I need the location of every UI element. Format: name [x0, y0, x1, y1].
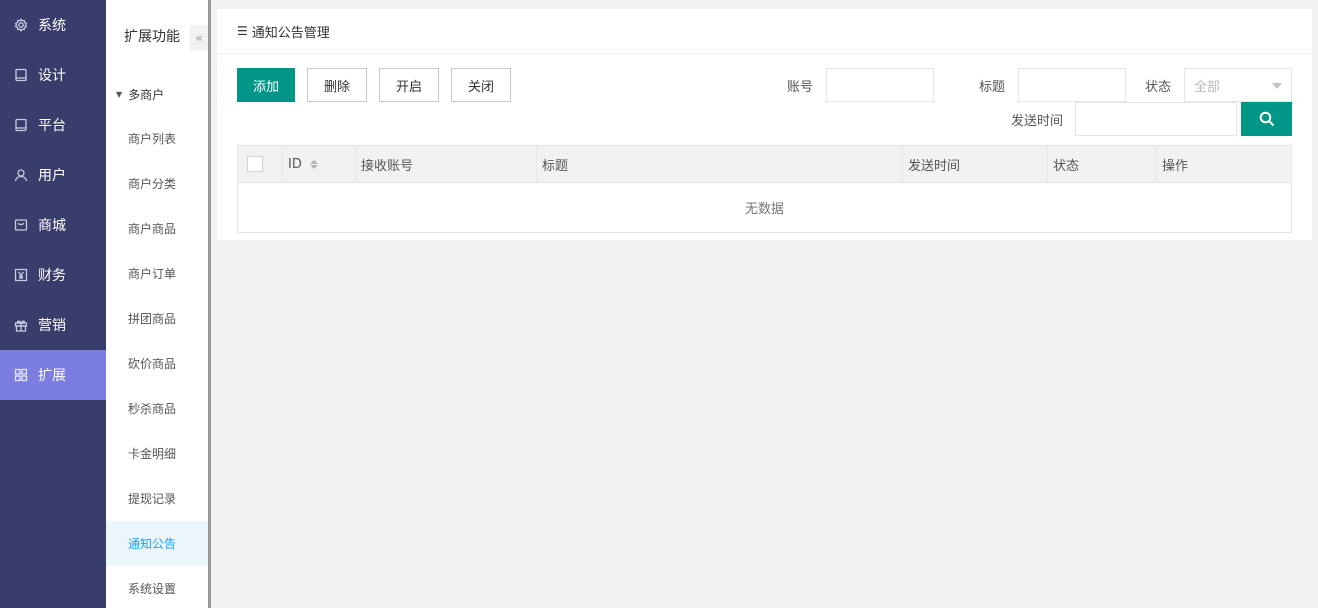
search-button[interactable] — [1241, 102, 1292, 136]
subnav-item-notices[interactable]: 通知公告 — [106, 521, 208, 566]
delete-button[interactable]: 删除 — [307, 68, 367, 102]
sort-icon[interactable] — [309, 159, 318, 169]
th-title: 标题 — [537, 146, 903, 182]
yuan-icon — [14, 268, 28, 282]
grid-icon — [14, 368, 28, 382]
mall-icon — [14, 218, 28, 232]
subnav-item-withdraw-records[interactable]: 提现记录 — [106, 476, 208, 521]
nav-item-finance[interactable]: 财务 — [0, 250, 106, 300]
account-input[interactable] — [826, 68, 934, 102]
nav-item-label: 系统 — [38, 18, 66, 34]
nav-item-label: 扩展 — [38, 368, 66, 384]
account-label: 账号 — [787, 79, 814, 95]
search-icon — [1259, 111, 1274, 127]
user-icon — [14, 168, 28, 182]
th-status: 状态 — [1048, 146, 1157, 182]
subnav-item-bargain-goods[interactable]: 砍价商品 — [106, 341, 208, 386]
subnav-group-merchant[interactable]: ▼ 多商户 — [106, 72, 208, 116]
subnav-item-merchant-list[interactable]: 商户列表 — [106, 116, 208, 161]
tablet-icon — [14, 68, 28, 82]
disable-button[interactable]: 关闭 — [451, 68, 511, 102]
th-id[interactable]: ID — [283, 146, 356, 182]
th-checkbox — [238, 146, 283, 182]
subnav-item-flash-sale-goods[interactable]: 秒杀商品 — [106, 386, 208, 431]
tablet-icon — [14, 118, 28, 132]
subnav-item-system-settings[interactable]: 系统设置 — [106, 566, 208, 608]
nav-item-platform[interactable]: 平台 — [0, 100, 106, 150]
nav-item-label: 商城 — [38, 218, 66, 234]
th-actions: 操作 — [1162, 158, 1189, 174]
main-content: ☰ 通知公告管理 添加 删除 开启 关闭 账号 标题 状态 全部 发送时间 ID… — [211, 0, 1318, 608]
add-button[interactable]: 添加 — [237, 68, 295, 102]
nav-item-marketing[interactable]: 营销 — [0, 300, 106, 350]
th-id-label: ID — [288, 156, 302, 172]
status-label: 状态 — [1145, 79, 1172, 95]
main-nav: 系统 设计 平台 用户 商城 财务 营销 扩展 — [0, 0, 106, 608]
page-title: 通知公告管理 — [251, 25, 330, 41]
select-all-checkbox[interactable] — [247, 156, 263, 172]
subnav-item-card-details[interactable]: 卡金明细 — [106, 431, 208, 476]
subnav-item-group-buy-goods[interactable]: 拼团商品 — [106, 296, 208, 341]
notice-table: ID 接收账号 标题 发送时间 状态 操作 无数据 — [237, 145, 1292, 233]
notice-card: ☰ 通知公告管理 添加 删除 开启 关闭 账号 标题 状态 全部 发送时间 ID… — [217, 9, 1312, 240]
status-select-value: 全部 — [1194, 79, 1221, 95]
card-header: ☰ 通知公告管理 — [217, 9, 1312, 54]
subnav-group-label: 多商户 — [128, 87, 165, 102]
subnav-item-merchant-orders[interactable]: 商户订单 — [106, 251, 208, 296]
nav-item-mall[interactable]: 商城 — [0, 200, 106, 250]
caret-down-icon: ▼ — [116, 89, 123, 99]
enable-button[interactable]: 开启 — [379, 68, 439, 102]
th-receive-account: 接收账号 — [356, 146, 537, 182]
empty-state: 无数据 — [744, 202, 784, 217]
subnav-item-merchant-goods[interactable]: 商户商品 — [106, 206, 208, 251]
status-select[interactable]: 全部 — [1184, 68, 1292, 102]
nav-item-extension[interactable]: 扩展 — [0, 350, 106, 400]
subnav-item-merchant-category[interactable]: 商户分类 — [106, 161, 208, 206]
collapse-button[interactable]: « — [190, 25, 208, 51]
th-send-time: 发送时间 — [903, 146, 1048, 182]
gear-icon — [14, 18, 28, 32]
table-header: ID 接收账号 标题 发送时间 状态 操作 — [238, 146, 1291, 183]
nav-item-design[interactable]: 设计 — [0, 50, 106, 100]
send-time-input[interactable] — [1075, 102, 1237, 136]
list-icon: ☰ — [237, 24, 248, 38]
nav-item-label: 用户 — [38, 168, 66, 184]
title-label: 标题 — [979, 79, 1006, 95]
nav-item-label: 平台 — [38, 118, 66, 134]
nav-item-user[interactable]: 用户 — [0, 150, 106, 200]
send-time-label: 发送时间 — [1011, 113, 1064, 129]
nav-item-label: 设计 — [38, 68, 66, 84]
chevron-down-icon — [1272, 83, 1282, 89]
gift-icon — [14, 318, 28, 332]
nav-item-label: 营销 — [38, 318, 66, 334]
nav-item-label: 财务 — [38, 268, 66, 284]
nav-item-system[interactable]: 系统 — [0, 0, 106, 50]
sub-nav: 扩展功能 « ▼ 多商户 商户列表 商户分类 商户商品 商户订单 拼团商品 砍价… — [106, 0, 208, 608]
title-input[interactable] — [1018, 68, 1126, 102]
